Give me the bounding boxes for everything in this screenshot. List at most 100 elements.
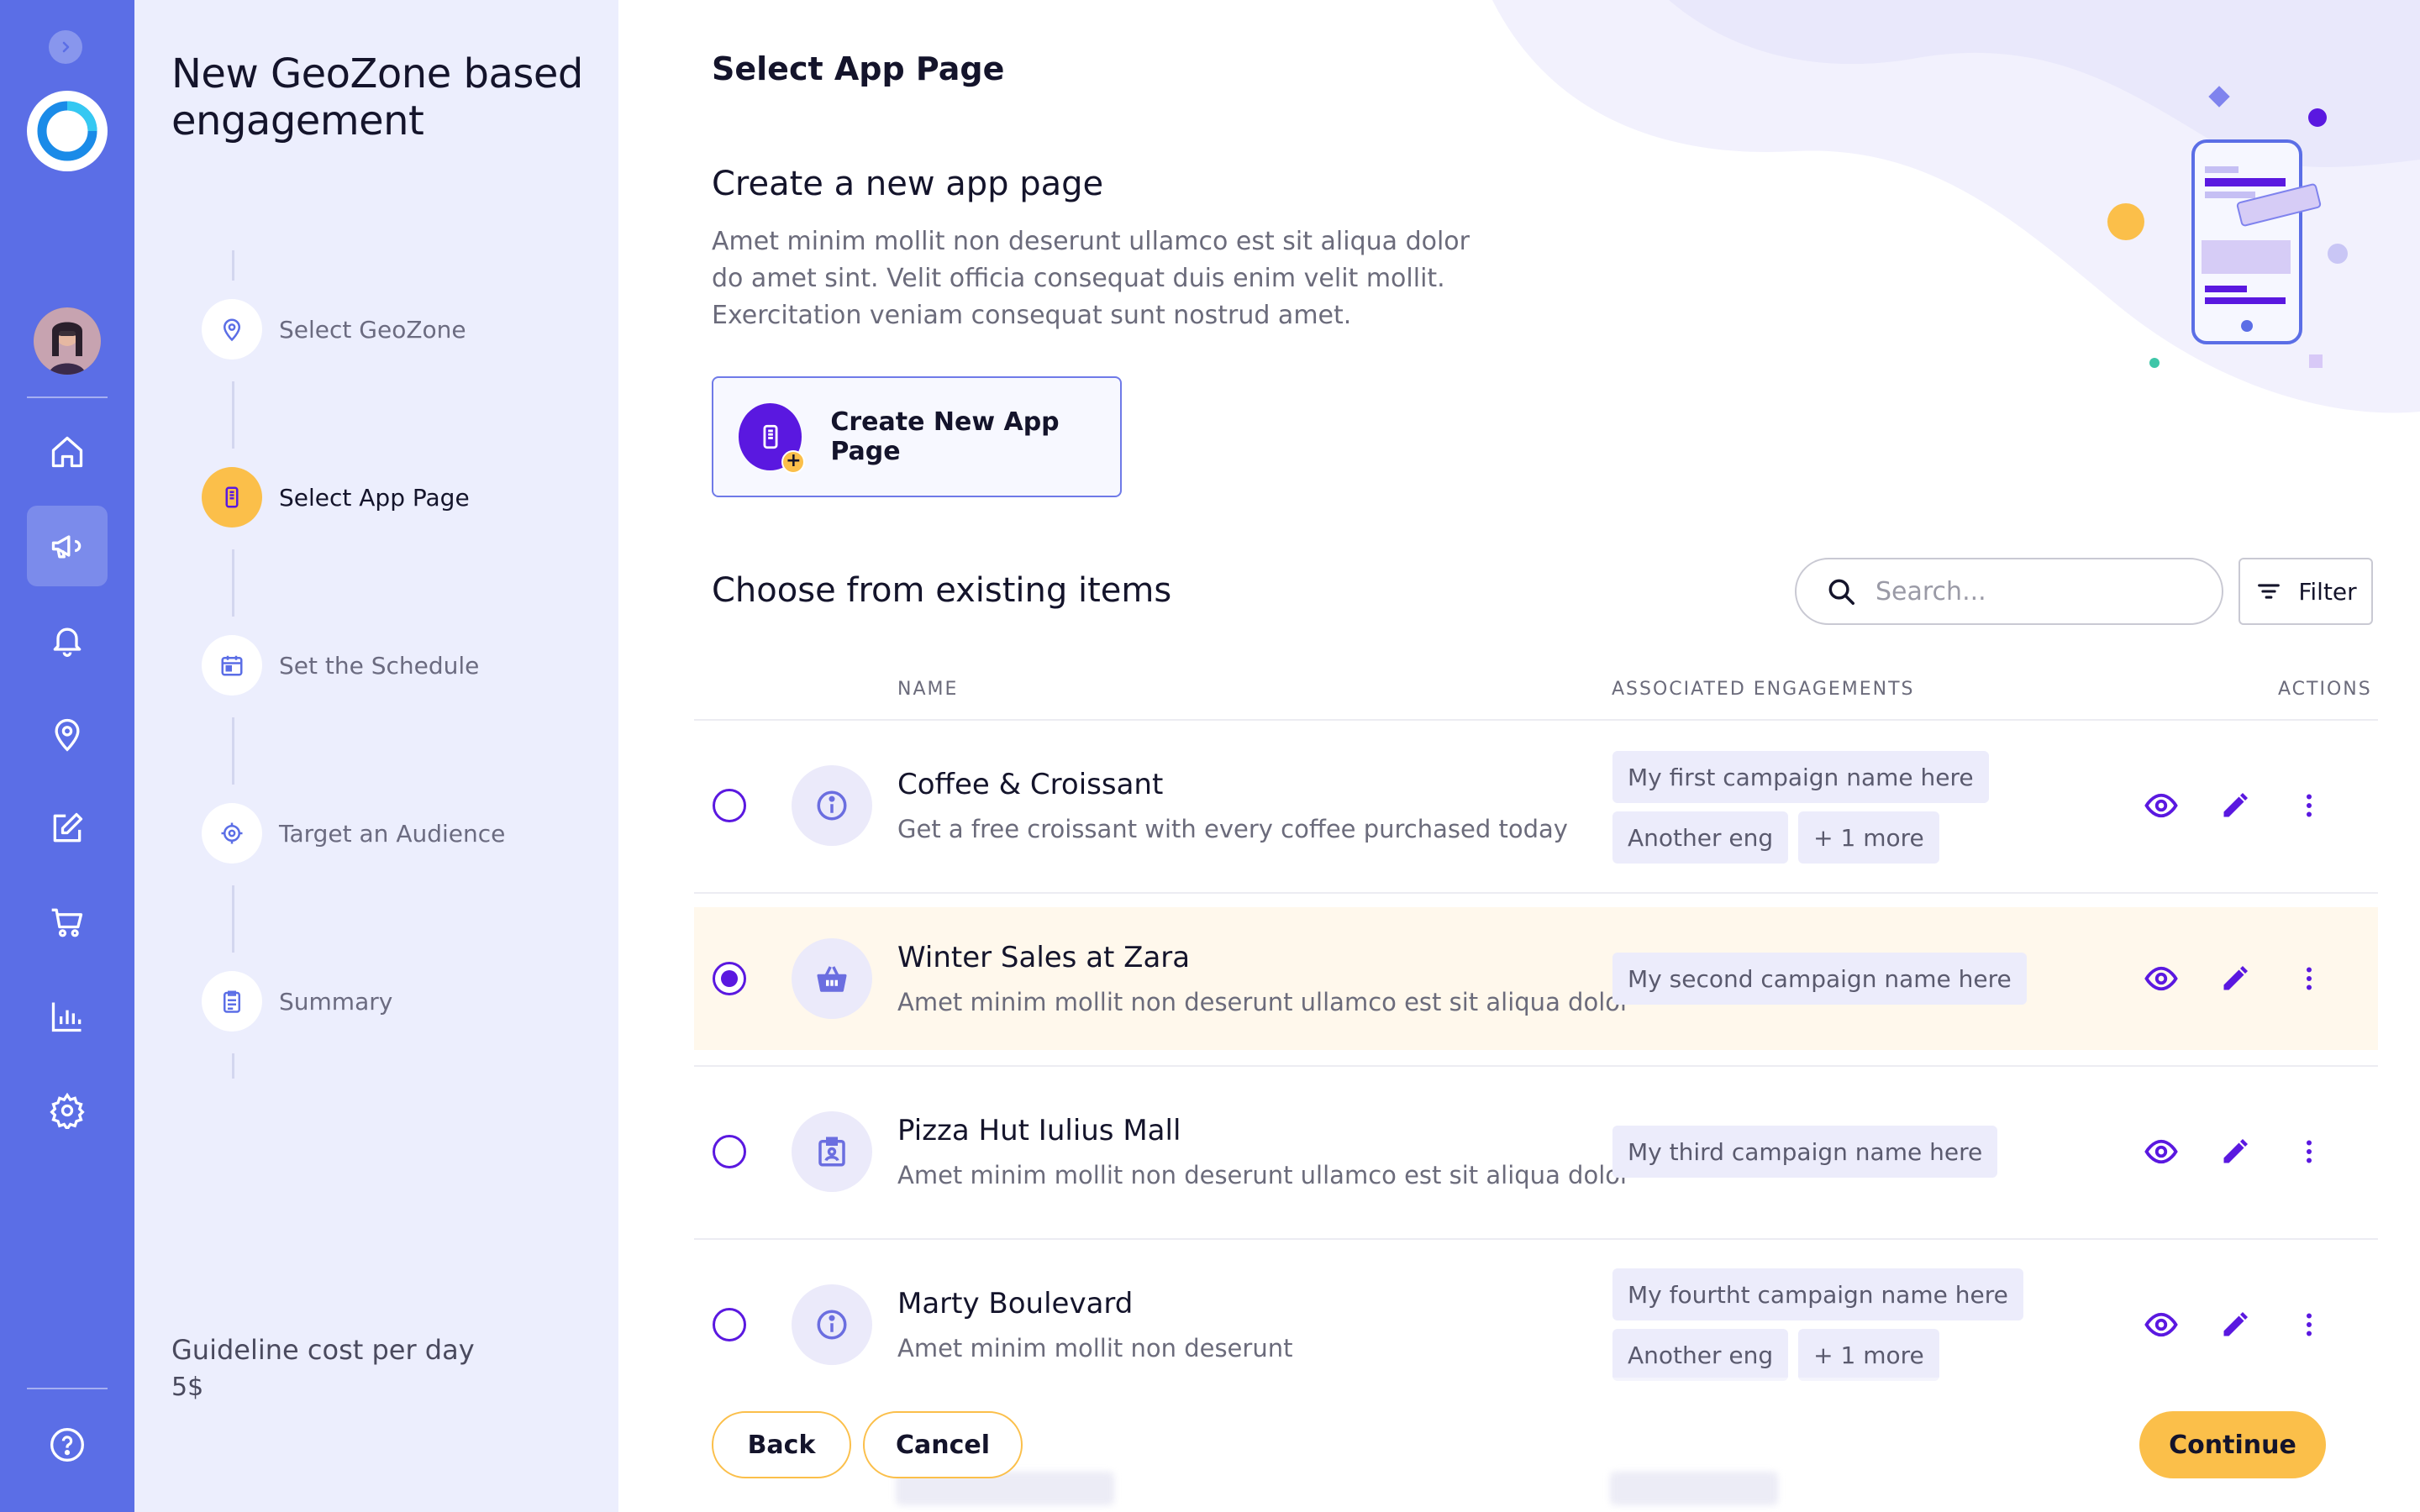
- eye-icon: [2144, 1139, 2178, 1164]
- back-button[interactable]: Back: [712, 1411, 851, 1478]
- step-badge: [202, 635, 262, 696]
- map-pin-icon: [223, 318, 241, 342]
- row-icon: [792, 1111, 872, 1192]
- chevron-right-icon: [62, 41, 70, 53]
- create-new-app-page-button[interactable]: + Create New App Page: [712, 376, 1122, 497]
- step-connector: [232, 549, 234, 617]
- eye-icon: [2144, 793, 2178, 818]
- nav-engagements[interactable]: [27, 506, 108, 586]
- info-icon: [817, 1310, 847, 1340]
- more-options-button[interactable]: [2289, 958, 2329, 999]
- more-vertical-icon: [2307, 1313, 2312, 1336]
- row-radio[interactable]: [713, 1135, 746, 1168]
- step-select-app-page[interactable]: Select App Page: [202, 467, 470, 528]
- row-description: Get a free croissant with every coffee p…: [897, 815, 1568, 843]
- table-row[interactable]: Coffee & Croissant Get a free croissant …: [694, 734, 2378, 877]
- nav-home[interactable]: [27, 412, 108, 492]
- page-title: Select App Page: [712, 50, 1005, 87]
- pencil-icon: [2223, 1139, 2248, 1163]
- table-row-selected[interactable]: Winter Sales at Zara Amet minim mollit n…: [694, 907, 2378, 1050]
- step-connector: [232, 381, 234, 449]
- view-button[interactable]: [2141, 958, 2181, 999]
- nav-analytics[interactable]: [27, 976, 108, 1057]
- phone-icon: [225, 486, 239, 508]
- table-row[interactable]: Pizza Hut Iulius Mall Amet minim mollit …: [694, 1080, 2378, 1223]
- nav-settings[interactable]: [27, 1070, 108, 1151]
- nav-notifications[interactable]: [27, 600, 108, 680]
- row-engagements: My third campaign name here: [1612, 1126, 2049, 1178]
- phone-icon: [763, 424, 778, 449]
- cost-label: Guideline cost per day: [171, 1334, 475, 1366]
- step-label: Select GeoZone: [279, 315, 466, 344]
- step-target-audience[interactable]: Target an Audience: [202, 803, 505, 864]
- engagement-chip[interactable]: My third campaign name here: [1612, 1126, 1998, 1178]
- plus-icon: +: [781, 450, 806, 474]
- eye-icon: [2144, 1312, 2178, 1337]
- step-badge: [202, 467, 262, 528]
- nav-help[interactable]: [27, 1404, 108, 1485]
- row-name: Coffee & Croissant: [897, 768, 1164, 801]
- step-badge: [202, 803, 262, 864]
- search-icon: [1825, 575, 1857, 607]
- app-rail: [0, 0, 134, 1512]
- row-name: Marty Boulevard: [897, 1287, 1134, 1320]
- view-button[interactable]: [2141, 1131, 2181, 1172]
- step-select-geozone[interactable]: Select GeoZone: [202, 299, 466, 360]
- search-input[interactable]: [1876, 576, 2195, 606]
- row-icon: [792, 938, 872, 1019]
- row-description: Amet minim mollit non deserunt ullamco e…: [897, 988, 1630, 1016]
- view-button[interactable]: [2141, 1305, 2181, 1345]
- cost-value: 5$: [171, 1373, 204, 1402]
- engagement-chip[interactable]: My fourtht campaign name here: [1612, 1268, 2023, 1320]
- more-engagements-chip[interactable]: + 1 more: [1798, 811, 1939, 864]
- engagement-chip[interactable]: Another eng: [1612, 1329, 1789, 1381]
- cancel-button[interactable]: Cancel: [863, 1411, 1023, 1478]
- column-header-actions: ACTIONS: [2278, 679, 2372, 700]
- nav-geozones[interactable]: [27, 694, 108, 774]
- row-radio[interactable]: [713, 1308, 746, 1341]
- view-button[interactable]: [2141, 785, 2181, 826]
- edit-icon: [53, 812, 83, 843]
- row-description: Amet minim mollit non deserunt: [897, 1334, 1293, 1362]
- row-radio[interactable]: [713, 789, 746, 822]
- more-options-button[interactable]: [2289, 785, 2329, 826]
- engagement-chip[interactable]: Another eng: [1612, 811, 1789, 864]
- edit-button[interactable]: [2215, 1131, 2255, 1172]
- avatar-image: [34, 307, 101, 375]
- existing-section-heading: Choose from existing items: [712, 571, 1172, 610]
- create-button-label: Create New App Page: [830, 407, 1060, 466]
- table-row[interactable]: Marty Boulevard Amet minim mollit non de…: [694, 1253, 2378, 1396]
- cart-icon: [51, 908, 83, 937]
- step-summary[interactable]: Summary: [202, 971, 392, 1032]
- app-logo[interactable]: [27, 91, 108, 171]
- more-options-button[interactable]: [2289, 1305, 2329, 1345]
- row-radio[interactable]: [713, 962, 746, 995]
- rail-divider: [27, 1388, 108, 1389]
- info-icon: [817, 790, 847, 821]
- gear-icon: [50, 1092, 85, 1129]
- filter-button[interactable]: Filter: [2238, 558, 2373, 625]
- search-box[interactable]: [1795, 558, 2223, 625]
- edit-button[interactable]: [2215, 958, 2255, 999]
- filter-label: Filter: [2298, 577, 2357, 606]
- engagement-chip[interactable]: My first campaign name here: [1612, 751, 1989, 803]
- edit-button[interactable]: [2215, 785, 2255, 826]
- continue-button[interactable]: Continue: [2139, 1411, 2326, 1478]
- row-divider: [694, 1238, 2378, 1240]
- nav-shop[interactable]: [27, 882, 108, 963]
- edit-button[interactable]: [2215, 1305, 2255, 1345]
- engagement-chip[interactable]: My second campaign name here: [1612, 953, 2027, 1005]
- row-description: Amet minim mollit non deserunt ullamco e…: [897, 1161, 1630, 1189]
- more-vertical-icon: [2307, 967, 2312, 990]
- more-vertical-icon: [2307, 794, 2312, 817]
- step-set-schedule[interactable]: Set the Schedule: [202, 635, 479, 696]
- user-avatar[interactable]: [34, 307, 101, 375]
- more-options-button[interactable]: [2289, 1131, 2329, 1172]
- expand-rail-button[interactable]: [49, 30, 82, 64]
- rail-divider: [27, 396, 108, 398]
- step-connector: [232, 717, 234, 785]
- more-engagements-chip[interactable]: + 1 more: [1798, 1329, 1939, 1381]
- clipboard-icon: [224, 990, 240, 1013]
- nav-content[interactable]: [27, 788, 108, 869]
- wizard-steps-panel: New GeoZone based engagement Select GeoZ…: [134, 0, 618, 1512]
